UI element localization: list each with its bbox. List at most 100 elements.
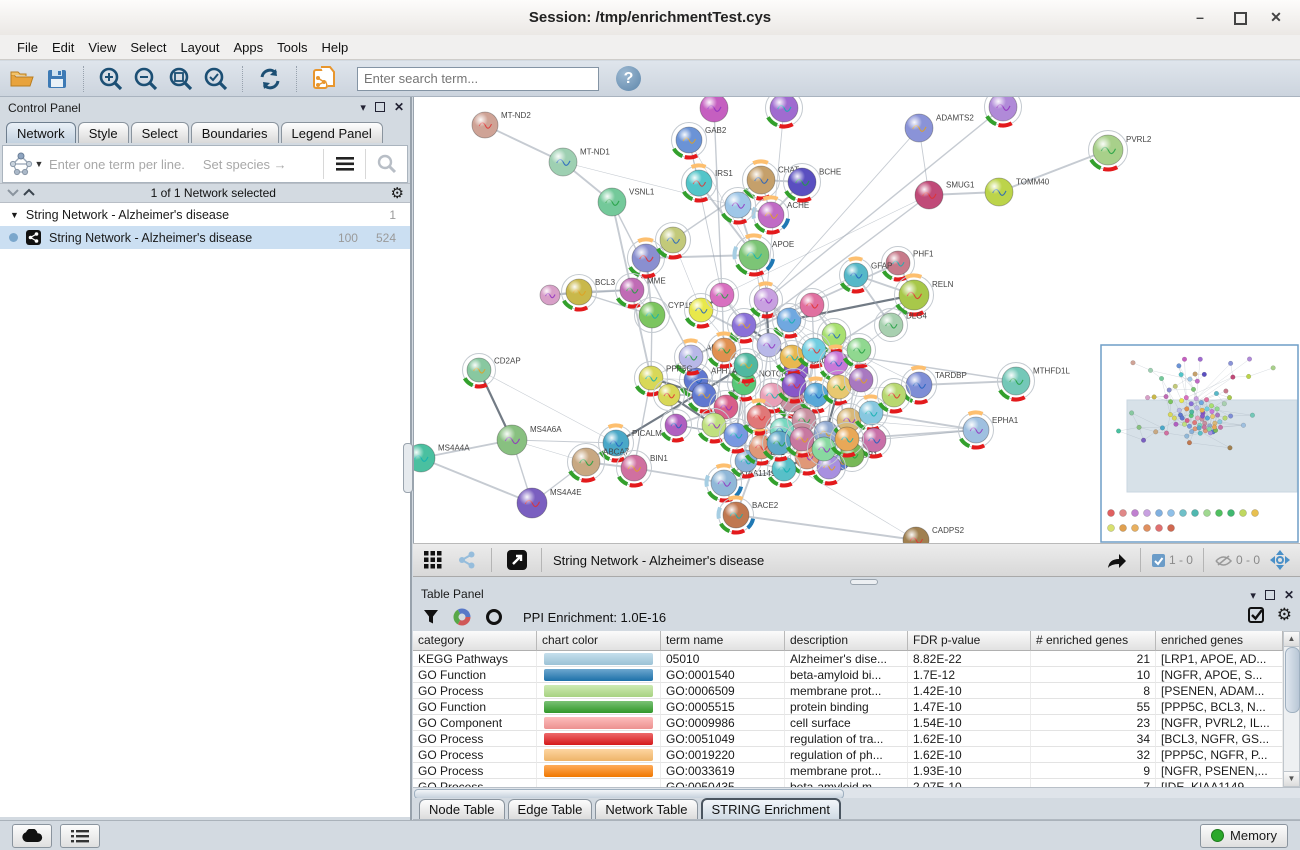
node[interactable] <box>654 380 685 411</box>
open-session-button[interactable] <box>8 65 36 93</box>
node-gab2[interactable]: GAB2 <box>672 123 727 158</box>
donut-chart-icon[interactable] <box>453 608 471 626</box>
vertical-scrollbar[interactable]: ▲ ▼ <box>1283 631 1300 787</box>
horizontal-divider[interactable] <box>413 577 1300 585</box>
tab-style[interactable]: Style <box>78 122 129 143</box>
node[interactable] <box>700 97 728 122</box>
float-panel-icon[interactable] <box>1265 590 1275 600</box>
menu-item-file[interactable]: File <box>10 35 45 60</box>
panel-menu-icon[interactable]: ▾ <box>360 101 366 114</box>
table-row[interactable]: GO ProcessGO:0050435beta-amyloid m...2.0… <box>413 779 1283 787</box>
string-logo-dropdown[interactable]: ▼ <box>3 152 49 176</box>
column-header--enriched-genes[interactable]: # enriched genes <box>1031 631 1156 651</box>
column-header-term-name[interactable]: term name <box>661 631 785 651</box>
node-cadps2[interactable]: CADPS2 <box>903 526 965 543</box>
tab-node-table[interactable]: Node Table <box>419 799 505 819</box>
memory-button[interactable]: Memory <box>1200 824 1288 848</box>
node-adamts2[interactable]: ADAMTS2 <box>905 113 974 142</box>
tab-network[interactable]: Network <box>6 122 76 143</box>
node[interactable] <box>706 279 739 312</box>
node-vsnl1[interactable]: VSNL1 <box>598 187 655 216</box>
export-network-button[interactable] <box>1102 546 1130 574</box>
close-button[interactable]: ✕ <box>1256 0 1296 35</box>
network-collection-row[interactable]: ▼ String Network - Alzheimer's disease 1 <box>0 203 410 226</box>
node[interactable] <box>656 223 691 258</box>
zoom-selected-button[interactable] <box>202 65 230 93</box>
open-in-new-window-button[interactable] <box>503 546 531 574</box>
node-ms4a4a[interactable]: MS4A4A <box>414 443 470 472</box>
table-row[interactable]: GO ProcessGO:0051049regulation of tra...… <box>413 731 1283 747</box>
close-panel-icon[interactable]: ✕ <box>394 100 404 114</box>
birdseye-toggle-button[interactable] <box>1266 546 1294 574</box>
gear-icon[interactable]: ⚙ <box>1277 605 1292 625</box>
node-tomm40[interactable]: TOMM40 <box>985 177 1050 206</box>
node[interactable] <box>730 349 763 382</box>
node[interactable] <box>878 379 911 412</box>
node[interactable] <box>661 410 692 441</box>
node-mthfd1l[interactable]: MTHFD1L <box>998 363 1071 400</box>
select-all-checkbox-icon[interactable] <box>1248 607 1265 624</box>
network-row-selected[interactable]: String Network - Alzheimer's disease 100… <box>0 226 410 249</box>
node[interactable] <box>721 188 756 223</box>
birdseye-panel[interactable] <box>1101 345 1298 542</box>
node-ms4a6a[interactable]: MS4A6A <box>497 425 562 455</box>
network-graph[interactable]: MT-ND2MT-ND1VSNL1GAB2IRS1CHATBCHEACHEAPO… <box>414 97 1300 543</box>
zoom-fit-button[interactable] <box>167 65 195 93</box>
help-button[interactable]: ? <box>616 66 641 91</box>
menu-item-view[interactable]: View <box>81 35 123 60</box>
tab-select[interactable]: Select <box>131 122 189 143</box>
zoom-out-button[interactable] <box>132 65 160 93</box>
table-row[interactable]: GO FunctionGO:0005515protein binding1.47… <box>413 699 1283 715</box>
node[interactable] <box>540 285 560 305</box>
node[interactable] <box>766 97 803 127</box>
horizontal-scrollbar[interactable] <box>413 787 1300 798</box>
set-species-label[interactable]: Set species → <box>203 157 323 172</box>
menu-item-help[interactable]: Help <box>315 35 356 60</box>
node[interactable] <box>845 364 878 397</box>
column-header-chart-color[interactable]: chart color <box>537 631 661 651</box>
table-row[interactable]: GO FunctionGO:0001540beta-amyloid bi...1… <box>413 667 1283 683</box>
table-row[interactable]: GO ProcessGO:0006509membrane prot...1.42… <box>413 683 1283 699</box>
tab-boundaries[interactable]: Boundaries <box>191 122 279 143</box>
node-cd2ap[interactable]: CD2AP <box>463 354 521 387</box>
network-from-clipboard-button[interactable] <box>310 65 338 93</box>
column-header-description[interactable]: description <box>785 631 908 651</box>
panel-menu-icon[interactable]: ▾ <box>1250 589 1256 602</box>
menu-item-apps[interactable]: Apps <box>227 35 271 60</box>
graphics-details-button[interactable] <box>453 546 481 574</box>
scroll-up-arrow[interactable]: ▲ <box>1284 632 1299 647</box>
node[interactable] <box>985 97 1022 126</box>
show-grid-button[interactable] <box>419 546 447 574</box>
menu-item-select[interactable]: Select <box>123 35 173 60</box>
string-query-placeholder[interactable]: Enter one term per line. <box>49 157 185 172</box>
node-epha1[interactable]: EPHA1 <box>959 412 1019 447</box>
menu-item-edit[interactable]: Edit <box>45 35 81 60</box>
tab-network-table[interactable]: Network Table <box>595 799 697 819</box>
string-search-button[interactable] <box>367 154 407 174</box>
gear-icon[interactable]: ⚙ <box>391 184 404 202</box>
table-row[interactable]: GO ProcessGO:0019220regulation of ph...1… <box>413 747 1283 763</box>
node[interactable] <box>843 334 876 367</box>
node[interactable] <box>720 419 753 452</box>
node[interactable] <box>796 289 829 322</box>
node-bace2[interactable]: BACE2 <box>719 497 779 532</box>
ring-chart-icon[interactable] <box>485 608 503 626</box>
minimize-button[interactable]: – <box>1180 0 1220 35</box>
table-row[interactable]: KEGG Pathways05010Alzheimer's dise...8.8… <box>413 651 1283 667</box>
node-ms4a4e[interactable]: MS4A4E <box>517 488 582 518</box>
table-row[interactable]: GO ComponentGO:0009986cell surface1.54E-… <box>413 715 1283 731</box>
tab-edge-table[interactable]: Edge Table <box>508 799 593 819</box>
filter-icon[interactable] <box>423 609 439 625</box>
float-panel-icon[interactable] <box>375 102 385 112</box>
string-options-button[interactable] <box>325 157 365 171</box>
save-session-button[interactable] <box>43 65 71 93</box>
zoom-in-button[interactable] <box>97 65 125 93</box>
column-header-fdr-p-value[interactable]: FDR p-value <box>908 631 1031 651</box>
tab-string-enrichment[interactable]: STRING Enrichment <box>701 798 841 819</box>
menu-item-layout[interactable]: Layout <box>173 35 226 60</box>
collapse-expand-icons[interactable] <box>6 187 36 199</box>
maximize-button[interactable] <box>1220 0 1260 35</box>
tab-legend-panel[interactable]: Legend Panel <box>281 122 383 143</box>
tree-expand-icon[interactable]: ▼ <box>10 210 19 220</box>
scroll-down-arrow[interactable]: ▼ <box>1284 771 1299 786</box>
